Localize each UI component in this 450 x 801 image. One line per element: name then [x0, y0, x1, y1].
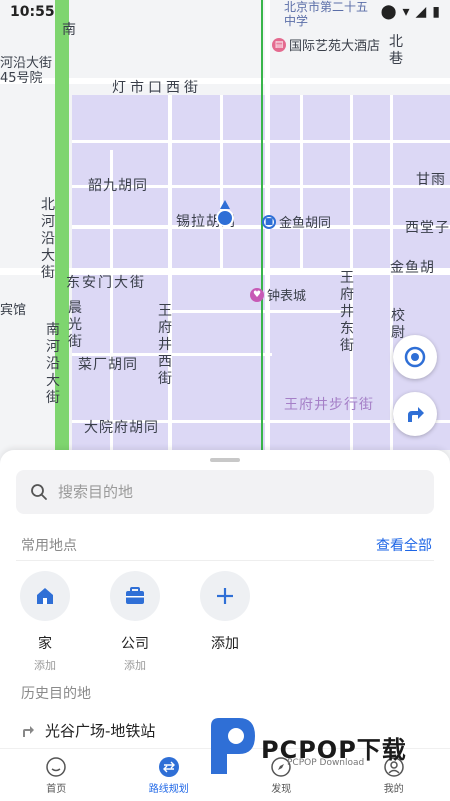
place-add[interactable]: 添加 — [195, 571, 255, 653]
place-home[interactable]: 家 添加 — [15, 571, 75, 673]
street-label: 45号院 — [0, 70, 43, 87]
tab-label: 发现 — [271, 780, 291, 795]
place-name: 公司 — [105, 633, 165, 653]
history-item-label: 光谷广场-地铁站 — [45, 720, 155, 741]
search-icon — [30, 483, 48, 501]
poi-label: 钟表城 — [267, 285, 306, 304]
street-label: 韶九胡同 — [88, 178, 148, 195]
company-icon-button[interactable] — [110, 571, 160, 621]
street-label: 大院府胡同 — [84, 420, 159, 437]
map-road — [168, 95, 172, 450]
map-road — [170, 310, 350, 313]
map-view[interactable]: 灯市口西街 韶九胡同 锡拉胡同 西堂子 甘雨 金鱼胡 东安门大街 菜厂胡同 大院… — [0, 0, 450, 470]
poi-label: 国际艺苑大酒店 — [289, 35, 380, 54]
arrow-turn-icon — [21, 724, 35, 738]
status-time: 10:55 — [10, 4, 55, 20]
locate-icon — [403, 345, 427, 369]
shopping-icon: ♥ — [250, 288, 264, 302]
turn-right-icon — [403, 402, 427, 426]
place-sub: 添加 — [15, 657, 75, 673]
poi-subway[interactable]: ■ 金鱼胡同 — [262, 212, 331, 231]
location-status-icon: ⬤ — [381, 4, 397, 20]
divider — [16, 560, 434, 561]
history-item[interactable]: 光谷广场-地铁站 — [21, 720, 155, 741]
street-label: 王府井东街 — [339, 270, 355, 355]
locate-button[interactable] — [393, 335, 437, 379]
place-sub: 添加 — [105, 657, 165, 673]
street-label: 西堂子 — [405, 220, 450, 237]
place-name: 家 — [15, 633, 75, 653]
watermark-sub: PCPOP Download — [287, 758, 364, 768]
navigate-button[interactable] — [393, 392, 437, 436]
street-label: 南河沿大街 — [45, 322, 61, 407]
tab-label: 我的 — [384, 780, 404, 795]
wifi-icon: ▾ — [402, 4, 409, 20]
place-name: 添加 — [195, 633, 255, 653]
plus-icon — [214, 585, 236, 607]
street-label: 灯市口西街 — [112, 80, 202, 97]
street-label: 晨光街 — [67, 300, 83, 351]
home-smile-icon — [45, 756, 67, 778]
street-label: 北河沿大街 — [40, 197, 56, 282]
briefcase-icon — [124, 585, 146, 607]
search-bar[interactable] — [16, 470, 434, 514]
poi-clock-city[interactable]: ♥ 钟表城 — [250, 285, 306, 304]
street-label: 东安门大街 — [66, 275, 146, 292]
poi-hotel[interactable]: ▤ 国际艺苑大酒店 — [272, 35, 380, 54]
battery-icon: ▮ — [432, 4, 440, 20]
street-label: 南 — [61, 22, 77, 39]
tab-home[interactable]: 首页 — [0, 749, 113, 801]
home-icon-button[interactable] — [20, 571, 70, 621]
history-title: 历史目的地 — [21, 683, 91, 703]
street-label: 金鱼胡 — [390, 260, 435, 277]
street-label: 王府井西街 — [157, 303, 173, 388]
signal-icon: ◢ — [416, 4, 427, 20]
watermark: PCPOP下载 PCPOP Download — [205, 716, 445, 780]
map-road — [300, 95, 303, 270]
route-icon — [158, 756, 180, 778]
poi-label: 金鱼胡同 — [279, 212, 331, 231]
street-label: 甘雨 — [416, 172, 446, 189]
pcpop-logo-icon — [205, 716, 257, 776]
search-input[interactable] — [56, 482, 400, 502]
view-all-link[interactable]: 查看全部 — [376, 535, 432, 555]
street-label: 北巷 — [388, 34, 404, 68]
street-label: 王府井步行街 — [284, 397, 374, 414]
home-icon — [34, 585, 56, 607]
common-places-title: 常用地点 — [21, 535, 77, 555]
tab-label: 首页 — [46, 780, 66, 795]
map-road — [110, 150, 113, 450]
hotel-icon: ▤ — [272, 38, 286, 52]
street-label: 宾馆 — [0, 302, 26, 319]
add-icon-button[interactable] — [200, 571, 250, 621]
tab-label: 路线规划 — [149, 780, 189, 795]
subway-icon: ■ — [262, 215, 276, 229]
street-label: 菜厂胡同 — [78, 357, 138, 374]
place-company[interactable]: 公司 添加 — [105, 571, 165, 673]
sheet-handle[interactable] — [210, 458, 240, 462]
current-location-icon — [213, 198, 237, 228]
map-road — [220, 95, 223, 270]
status-bar: 10:55 ⬤ ▾ ◢ ▮ — [0, 0, 450, 24]
